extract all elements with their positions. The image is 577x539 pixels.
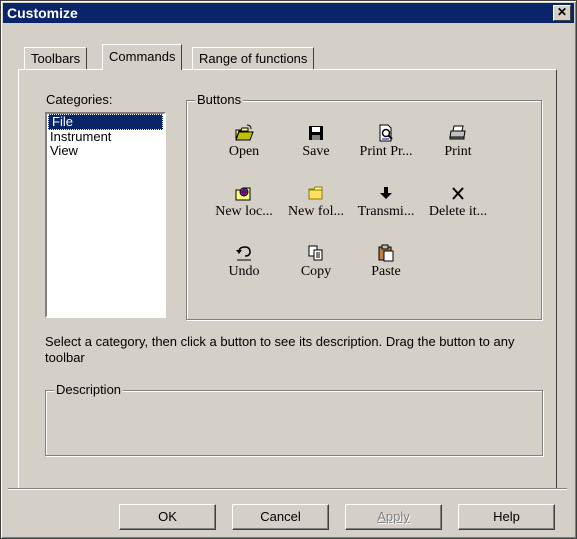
cmd-paste[interactable]: Paste bbox=[354, 244, 418, 280]
ok-label: OK bbox=[158, 509, 177, 524]
tab-commands[interactable]: Commands bbox=[102, 44, 183, 70]
cmd-label: Delete it... bbox=[428, 204, 488, 219]
categories-label: Categories: bbox=[46, 92, 113, 107]
buttons-group-label: Buttons bbox=[195, 92, 244, 107]
category-item-instrument[interactable]: Instrument bbox=[47, 130, 164, 144]
cmd-new-location[interactable]: New loc... bbox=[212, 184, 276, 220]
category-item-file[interactable]: File bbox=[48, 114, 163, 130]
categories-listbox[interactable]: File Instrument View bbox=[45, 112, 166, 318]
close-icon: ✕ bbox=[556, 5, 568, 19]
cmd-new-folder[interactable]: New fol... bbox=[284, 184, 348, 220]
cmd-label: Copy bbox=[300, 264, 332, 279]
close-button[interactable]: ✕ bbox=[553, 5, 571, 21]
cmd-open[interactable]: Open bbox=[212, 124, 276, 160]
cmd-print-preview[interactable]: Print Pr... bbox=[354, 124, 418, 160]
cancel-label: Cancel bbox=[260, 509, 301, 524]
tab-label: Commands bbox=[109, 49, 176, 64]
tab-label: Range of functions bbox=[199, 51, 308, 66]
cmd-label: Paste bbox=[371, 264, 401, 279]
copy-icon bbox=[308, 245, 323, 261]
cmd-label: Transmi... bbox=[357, 204, 415, 219]
cmd-label: Print bbox=[444, 144, 472, 159]
cmd-copy[interactable]: Copy bbox=[284, 244, 348, 280]
cmd-print[interactable]: Print bbox=[426, 124, 490, 160]
printer-icon bbox=[449, 125, 466, 140]
new-folder-icon bbox=[308, 186, 323, 200]
help-label: Help bbox=[493, 509, 520, 524]
cmd-save[interactable]: Save bbox=[284, 124, 348, 160]
apply-label: Apply bbox=[377, 509, 410, 524]
paste-icon bbox=[378, 244, 394, 262]
ok-button[interactable]: OK bbox=[119, 504, 216, 530]
description-groupbox bbox=[45, 390, 543, 456]
cmd-label: Print Pr... bbox=[359, 144, 413, 159]
print-preview-icon bbox=[379, 124, 393, 142]
tab-toolbars[interactable]: Toolbars bbox=[24, 47, 88, 69]
instructions-text: Select a category, then click a button t… bbox=[45, 334, 515, 365]
cmd-label: New fol... bbox=[288, 204, 344, 219]
cmd-label: Open bbox=[228, 144, 260, 159]
cmd-label: Undo bbox=[228, 264, 260, 279]
window-title: Customize bbox=[7, 5, 78, 21]
cancel-button[interactable]: Cancel bbox=[232, 504, 329, 530]
cmd-undo[interactable]: Undo bbox=[212, 244, 276, 280]
cmd-label: Save bbox=[302, 144, 330, 159]
cmd-label: New loc... bbox=[215, 204, 273, 219]
tab-range-of-functions[interactable]: Range of functions bbox=[192, 47, 315, 69]
floppy-disk-icon bbox=[309, 126, 323, 140]
help-button[interactable]: Help bbox=[458, 504, 555, 530]
category-item-view[interactable]: View bbox=[47, 144, 164, 158]
new-location-icon bbox=[235, 187, 251, 201]
footer-divider bbox=[8, 488, 567, 490]
description-label: Description bbox=[54, 382, 124, 397]
tab-label: Toolbars bbox=[31, 51, 81, 66]
title-bar[interactable]: Customize ✕ bbox=[3, 3, 574, 23]
cmd-delete-item[interactable]: Delete it... bbox=[426, 184, 490, 220]
open-folder-icon bbox=[235, 124, 254, 141]
delete-x-icon bbox=[452, 187, 464, 200]
cmd-transmit[interactable]: Transmi... bbox=[354, 184, 418, 220]
down-arrow-icon bbox=[380, 187, 392, 199]
apply-button[interactable]: Apply bbox=[345, 504, 442, 530]
undo-icon bbox=[236, 246, 251, 261]
